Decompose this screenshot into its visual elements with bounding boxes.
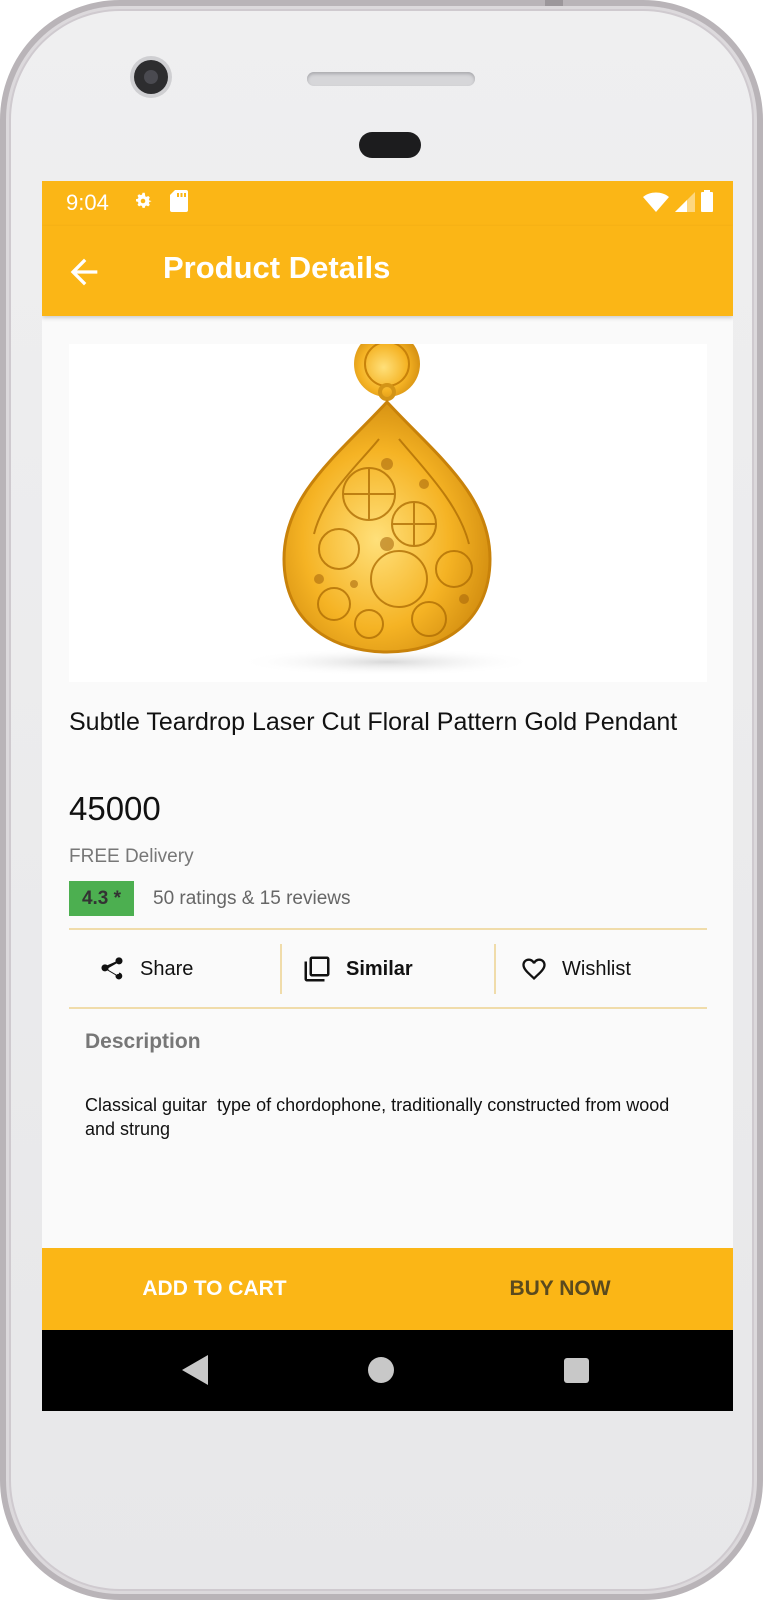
action-divider [280, 944, 282, 994]
status-time: 9:04 [66, 190, 109, 215]
buy-now-button[interactable]: BUY NOW [387, 1248, 733, 1330]
delivery-info: FREE Delivery [69, 846, 194, 867]
product-image[interactable] [69, 331, 707, 682]
share-icon [98, 955, 126, 983]
signal-icon [675, 192, 695, 217]
wifi-icon [643, 192, 669, 217]
earpiece [359, 132, 421, 158]
arrow-left-icon[interactable] [64, 252, 104, 292]
settings-gear-icon [132, 190, 154, 217]
share-button[interactable]: Share [98, 943, 193, 995]
product-title: Subtle Teardrop Laser Cut Floral Pattern… [69, 708, 678, 736]
description-text: Classical guitar type of chordophone, tr… [85, 1095, 675, 1139]
status-right-icons [643, 190, 713, 217]
sd-card-icon [170, 190, 188, 217]
rating-badge: 4.3 * [69, 881, 134, 916]
similar-button[interactable]: Similar [302, 943, 413, 995]
heart-outline-icon [520, 955, 548, 983]
divider [69, 1007, 707, 1009]
battery-icon [701, 190, 713, 217]
wishlist-button[interactable]: Wishlist [520, 943, 631, 995]
status-bar: 9:04 [42, 181, 733, 226]
add-to-cart-button[interactable]: ADD TO CART [42, 1248, 387, 1330]
product-price: 45000 [69, 790, 161, 827]
wishlist-label: Wishlist [562, 957, 631, 980]
system-nav-bar [42, 1330, 733, 1411]
nav-recents-icon[interactable] [564, 1358, 589, 1383]
front-camera [134, 60, 168, 94]
screen: 9:04 Product Details Subtle Teardrop Las… [42, 181, 733, 1411]
share-label: Share [140, 957, 194, 980]
speaker-grill [307, 72, 475, 86]
action-divider [494, 944, 496, 994]
description-heading: Description [85, 1030, 201, 1053]
similar-label: Similar [346, 957, 413, 980]
nav-back-icon[interactable] [182, 1355, 208, 1390]
divider [69, 928, 707, 930]
rating-summary[interactable]: 50 ratings & 15 reviews [153, 888, 351, 910]
app-bar: Product Details [42, 226, 733, 316]
nav-home-icon[interactable] [368, 1357, 394, 1383]
copy-icon [302, 954, 332, 984]
bottom-action-bar: ADD TO CART BUY NOW [42, 1248, 733, 1330]
page-title: Product Details [163, 250, 391, 285]
phone-side-button [545, 0, 563, 6]
